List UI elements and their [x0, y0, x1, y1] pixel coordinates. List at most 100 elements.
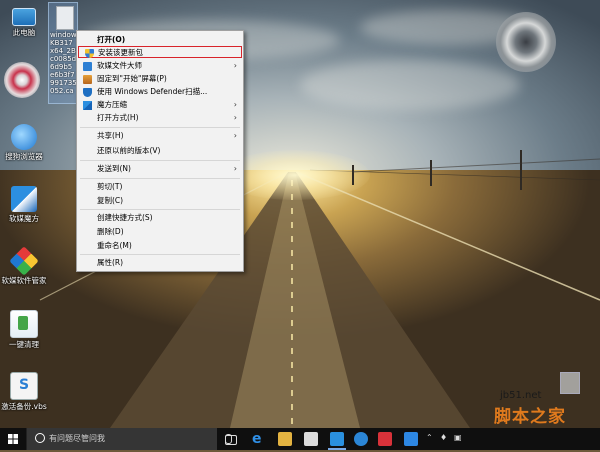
menu-item-properties[interactable]: 属性(R): [77, 257, 243, 269]
rubik-cube-icon: [11, 186, 37, 212]
menu-item-copy[interactable]: 复制(C): [77, 195, 243, 207]
file-master-icon: [83, 62, 92, 71]
menu-item-file-master[interactable]: 软媒文件大师 ›: [77, 60, 243, 72]
edge-icon[interactable]: e: [252, 432, 266, 446]
cleaner-icon: [10, 310, 38, 338]
speaker-gadget: [496, 12, 556, 72]
script-file-icon: S: [10, 372, 38, 400]
menu-item-label: 打开(O): [97, 35, 126, 44]
menu-item-open[interactable]: 打开(O): [77, 34, 243, 46]
desktop-icon-label: 激活备份.vbs: [1, 402, 47, 411]
desktop-icon-this-pc[interactable]: 此电脑: [0, 4, 48, 37]
pin-icon: [83, 75, 92, 84]
menu-item-label: 属性(R): [97, 258, 124, 267]
menu-item-label: 发送到(N): [97, 164, 131, 173]
desktop-icon-label: 搜狗浏览器: [5, 152, 43, 161]
menu-item-defender-scan[interactable]: 使用 Windows Defender扫描...: [77, 86, 243, 98]
file-name-line: e6b3f7: [50, 71, 75, 79]
ie-icon[interactable]: [354, 432, 368, 446]
uac-shield-icon: [85, 49, 94, 58]
watermark-title: 脚本之家: [494, 407, 566, 427]
menu-item-share[interactable]: 共享(H) ›: [77, 130, 243, 142]
submenu-arrow-icon: ›: [233, 61, 237, 70]
submenu-arrow-icon: ›: [233, 164, 237, 173]
tray-up-arrow-icon[interactable]: ⌃: [426, 433, 433, 442]
cortana-circle-icon: [35, 433, 45, 443]
menu-separator: [80, 209, 240, 210]
menu-item-restore-versions[interactable]: 还原以前的版本(V): [77, 145, 243, 157]
menu-item-label: 共享(H): [97, 131, 124, 140]
file-name-line: x64_2B: [50, 47, 76, 55]
desktop-icon-browser[interactable]: 搜狗浏览器: [0, 124, 48, 161]
menu-item-send-to[interactable]: 发送到(N) ›: [77, 163, 243, 175]
desktop-icon-cleaner[interactable]: 一键清理: [0, 310, 48, 349]
tray-shield-icon[interactable]: ♦: [440, 433, 447, 442]
menu-item-label: 软媒文件大师: [97, 61, 142, 70]
browser-icon: [11, 124, 37, 150]
cab-file-icon: [56, 6, 74, 30]
menu-item-rubik-compress[interactable]: 魔方压缩 ›: [77, 99, 243, 111]
desktop-icon-label: 一键清理: [9, 340, 39, 349]
taskbar: 有问题尽管问我 e ⌃ ♦ ▣: [0, 428, 600, 450]
file-name-line: c0085d: [50, 55, 76, 63]
desktop-icon-label: 软媒软件管家: [1, 276, 47, 285]
file-name-line: windows: [50, 31, 76, 39]
file-name-line: 052.ca: [50, 87, 74, 95]
menu-item-create-shortcut[interactable]: 创建快捷方式(S): [77, 212, 243, 224]
desktop-icon-script[interactable]: S 激活备份.vbs: [0, 372, 48, 411]
app-green-icon[interactable]: [404, 432, 418, 446]
app-blue-icon[interactable]: [330, 432, 344, 446]
desktop-icon-label: 软媒魔方: [9, 214, 39, 223]
menu-item-pin-to-start[interactable]: 固定到"开始"屏幕(P): [77, 73, 243, 85]
desktop-icon-rubik[interactable]: 软媒魔方: [0, 186, 48, 223]
context-menu: 打开(O) 安装该更新包 软媒文件大师 › 固定到"开始"屏幕(P) 使用 Wi…: [76, 30, 244, 272]
watermark: jb51.net 脚本之家: [470, 380, 600, 428]
menu-item-open-with[interactable]: 打开方式(H) ›: [77, 112, 243, 124]
menu-item-cut[interactable]: 剪切(T): [77, 181, 243, 193]
menu-separator: [80, 178, 240, 179]
app-red-icon[interactable]: [378, 432, 392, 446]
submenu-arrow-icon: ›: [233, 113, 237, 122]
file-explorer-icon[interactable]: [278, 432, 292, 446]
menu-item-label: 创建快捷方式(S): [97, 213, 153, 222]
file-name-line: 6d9b5: [50, 63, 73, 71]
utility-pole: [352, 165, 354, 185]
menu-item-label: 还原以前的版本(V): [97, 146, 161, 155]
file-name-line: 991735: [50, 79, 76, 87]
utility-pole: [430, 160, 432, 186]
menu-item-label: 复制(C): [97, 196, 124, 205]
defender-icon: [83, 88, 92, 97]
menu-separator: [80, 160, 240, 161]
menu-separator: [80, 254, 240, 255]
store-icon[interactable]: [304, 432, 318, 446]
search-input[interactable]: 有问题尽管问我: [26, 428, 232, 450]
software-manager-icon: [9, 246, 39, 276]
menu-item-label: 魔方压缩: [97, 100, 127, 109]
submenu-arrow-icon: ›: [233, 100, 237, 109]
menu-item-rename[interactable]: 重命名(M): [77, 240, 243, 252]
task-view-icon[interactable]: [225, 435, 237, 445]
menu-item-delete[interactable]: 删除(D): [77, 226, 243, 238]
menu-item-label: 固定到"开始"屏幕(P): [97, 74, 167, 83]
rubik-compress-icon: [83, 101, 92, 110]
search-placeholder: 有问题尽管问我: [49, 434, 105, 443]
watermark-site: jb51.net: [500, 390, 542, 401]
desktop-icon-software-manager[interactable]: 软媒软件管家: [0, 246, 48, 285]
menu-item-label: 删除(D): [97, 227, 124, 236]
desktop-gadget: [4, 62, 40, 98]
menu-item-label: 使用 Windows Defender扫描...: [97, 87, 208, 96]
file-name-line: KB317: [50, 39, 73, 47]
submenu-arrow-icon: ›: [233, 131, 237, 140]
windows-logo-icon: [8, 434, 18, 444]
menu-item-label: 打开方式(H): [97, 113, 139, 122]
menu-item-label: 安装该更新包: [98, 48, 143, 57]
menu-item-label: 重命名(M): [97, 241, 132, 250]
this-pc-icon: [12, 8, 36, 26]
start-button[interactable]: [0, 428, 26, 450]
menu-item-label: 剪切(T): [97, 182, 123, 191]
desktop-icon-label: 此电脑: [12, 28, 36, 37]
utility-pole: [520, 150, 522, 190]
menu-item-install-update[interactable]: 安装该更新包: [78, 46, 242, 58]
tray-network-icon[interactable]: ▣: [454, 433, 462, 442]
menu-separator: [80, 127, 240, 128]
